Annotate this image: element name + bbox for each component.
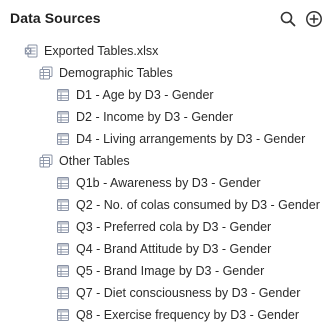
table-folder-icon: [39, 66, 53, 80]
table-icon: [57, 111, 69, 123]
tree-item-group[interactable]: Other Tables: [0, 150, 328, 172]
tree-item-table[interactable]: Q1b - Awareness by D3 - Gender: [0, 172, 328, 194]
tree-item-table[interactable]: Q8 - Exercise frequency by D3 - Gender: [0, 304, 328, 324]
tree-item-table[interactable]: Q2 - No. of colas consumed by D3 - Gende…: [0, 194, 328, 216]
excel-file-icon: [24, 44, 38, 58]
tree-item-file-label: Exported Tables.xlsx: [44, 44, 159, 58]
tree-item-group-label: Other Tables: [59, 154, 130, 168]
panel-title: Data Sources: [10, 10, 101, 26]
table-icon: [57, 221, 69, 233]
tree-item-table[interactable]: D2 - Income by D3 - Gender: [0, 106, 328, 128]
tree-item-file[interactable]: Exported Tables.xlsx: [0, 40, 328, 62]
add-data-source-button[interactable]: [305, 10, 323, 28]
tree-item-table-label: D2 - Income by D3 - Gender: [76, 110, 234, 124]
tree-item-table[interactable]: D4 - Living arrangements by D3 - Gender: [0, 128, 328, 150]
tree-item-table-label: Q3 - Preferred cola by D3 - Gender: [76, 220, 272, 234]
data-sources-panel: Data Sources Exported Tables.xlsx Demogra…: [0, 0, 328, 324]
table-icon: [57, 133, 69, 145]
tree-item-table-label: Q2 - No. of colas consumed by D3 - Gende…: [76, 198, 320, 212]
tree-item-table[interactable]: D1 - Age by D3 - Gender: [0, 84, 328, 106]
search-button[interactable]: [279, 10, 297, 28]
tree-item-table[interactable]: Q4 - Brand Attitude by D3 - Gender: [0, 238, 328, 260]
tree-item-group[interactable]: Demographic Tables: [0, 62, 328, 84]
table-icon: [57, 265, 69, 277]
table-icon: [57, 177, 69, 189]
tree-item-table-label: Q7 - Diet consciousness by D3 - Gender: [76, 286, 301, 300]
tree-item-table[interactable]: Q7 - Diet consciousness by D3 - Gender: [0, 282, 328, 304]
tree-item-table[interactable]: Q3 - Preferred cola by D3 - Gender: [0, 216, 328, 238]
tree-item-table-label: Q8 - Exercise frequency by D3 - Gender: [76, 308, 300, 322]
tree-item-table[interactable]: Q5 - Brand Image by D3 - Gender: [0, 260, 328, 282]
table-icon: [57, 243, 69, 255]
table-icon: [57, 199, 69, 211]
tree-item-table-label: D1 - Age by D3 - Gender: [76, 88, 214, 102]
table-folder-icon: [39, 154, 53, 168]
tree-item-table-label: Q1b - Awareness by D3 - Gender: [76, 176, 261, 190]
tree-item-group-label: Demographic Tables: [59, 66, 173, 80]
tree-item-table-label: Q5 - Brand Image by D3 - Gender: [76, 264, 265, 278]
table-icon: [57, 309, 69, 321]
data-source-tree: Exported Tables.xlsx Demographic Tables D1…: [0, 40, 328, 324]
table-icon: [57, 287, 69, 299]
search-icon: [280, 11, 296, 27]
add-circle-icon: [306, 11, 322, 27]
panel-header: Data Sources: [0, 0, 328, 38]
tree-item-table-label: Q4 - Brand Attitude by D3 - Gender: [76, 242, 272, 256]
table-icon: [57, 89, 69, 101]
tree-item-table-label: D4 - Living arrangements by D3 - Gender: [76, 132, 306, 146]
